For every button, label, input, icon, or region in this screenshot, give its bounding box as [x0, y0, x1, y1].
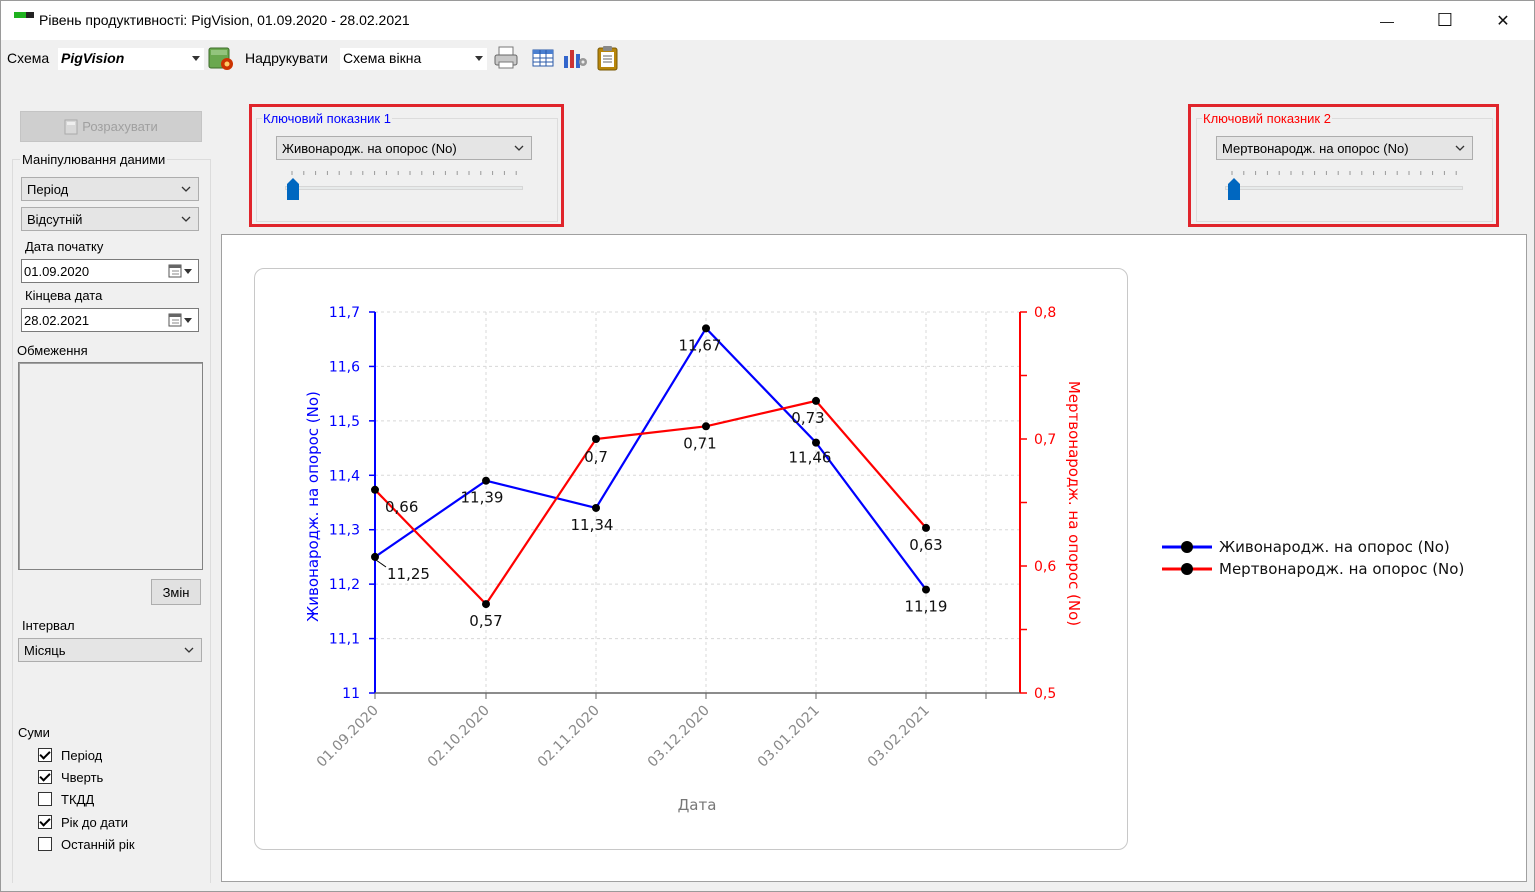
data-point — [371, 552, 379, 561]
data-label: 0,71 — [683, 434, 716, 452]
data-point — [812, 438, 820, 447]
series-line — [374, 399, 927, 606]
x-tick-label: 02.10.2020 — [425, 703, 493, 771]
y-right-tick-label: 0,7 — [1034, 432, 1056, 448]
data-label: 11,39 — [461, 489, 504, 507]
y-left-tick-label: 11,7 — [329, 305, 360, 321]
legend-marker — [1181, 541, 1193, 553]
y-left-axis-label: Живонародж. на опорос (No) — [304, 391, 322, 622]
data-point — [702, 422, 710, 431]
legend-label: Мертвонародж. на опорос (No) — [1219, 560, 1464, 578]
data-point — [482, 476, 490, 485]
y-right-tick-label: 0,5 — [1034, 686, 1056, 702]
data-point — [922, 585, 930, 594]
data-label: 0,63 — [909, 536, 942, 554]
data-label: 11,34 — [571, 516, 614, 534]
y-left-tick-label: 11 — [342, 686, 360, 702]
data-point — [371, 485, 379, 494]
line-chart: 11 11,1 11,2 11,3 11,4 11,5 11,6 11,7 Живонародж… — [304, 305, 1464, 814]
x-tick-label: 01.09.2020 — [314, 703, 382, 771]
y-left-tick-label: 11,3 — [329, 523, 360, 539]
data-label: 11,25 — [387, 565, 430, 583]
y-right-axis-label: Мертвонародж. на опорос (No) — [1065, 381, 1083, 626]
x-tick-label: 03.01.2021 — [755, 703, 823, 771]
data-label: 0,73 — [791, 409, 824, 427]
chart-legend: Живонародж. на опорос (No) Мертвонародж. … — [1162, 538, 1464, 578]
data-point — [482, 600, 490, 609]
chart-series — [374, 326, 927, 606]
y-left-tick-label: 11,1 — [329, 632, 360, 648]
data-point — [592, 503, 600, 512]
data-point — [592, 435, 600, 443]
chart-axes: 11 11,1 11,2 11,3 11,4 11,5 11,6 11,7 Живонародж… — [304, 305, 1083, 814]
legend-label: Живонародж. на опорос (No) — [1219, 538, 1450, 556]
data-point — [922, 523, 930, 532]
y-left-tick-label: 11,2 — [329, 577, 360, 593]
y-left-tick-label: 11,6 — [329, 359, 360, 375]
x-tick-label: 03.12.2020 — [645, 703, 713, 771]
y-left-tick-label: 11,5 — [329, 414, 360, 430]
data-label: 0,57 — [469, 612, 502, 630]
label-leader-line — [375, 559, 387, 568]
y-right-tick-label: 0,6 — [1034, 559, 1056, 575]
data-label: 11,67 — [679, 336, 722, 354]
data-point — [812, 396, 820, 405]
legend-marker — [1181, 563, 1193, 575]
y-left-tick-label: 11,4 — [329, 468, 360, 484]
data-label: 0,66 — [385, 498, 418, 516]
x-tick-label: 03.02.2021 — [865, 703, 933, 771]
data-label: 0,7 — [584, 448, 608, 466]
series-line — [374, 326, 927, 591]
x-tick-label: 02.11.2020 — [535, 703, 603, 771]
data-label: 11,46 — [789, 449, 832, 467]
x-axis-label: Дата — [678, 796, 717, 814]
data-point — [702, 324, 710, 333]
y-right-tick-label: 0,8 — [1034, 305, 1056, 321]
data-label: 11,19 — [905, 598, 948, 616]
